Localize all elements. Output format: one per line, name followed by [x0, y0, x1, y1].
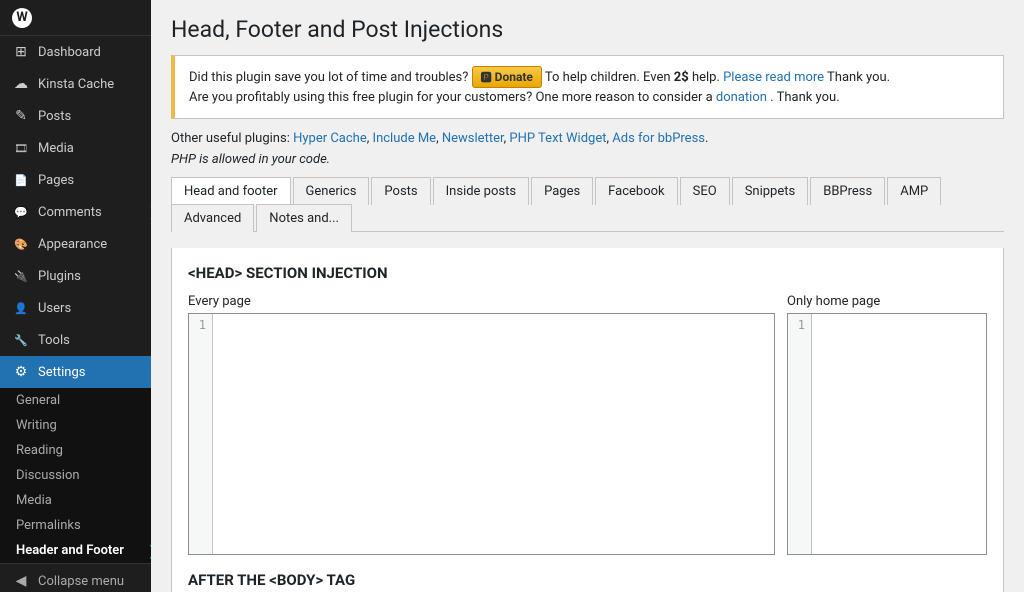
wp-logo-icon: W [12, 8, 32, 28]
php-note: PHP is allowed in your code. [171, 152, 1004, 167]
tab-content-area: <HEAD> SECTION INJECTION Every page 1 On… [171, 248, 1004, 592]
every-page-label: Every page [188, 294, 775, 309]
editors-row: Every page 1 Only home page 1 [188, 294, 987, 555]
pages-icon: 📄 [12, 171, 30, 189]
submenu-item-discussion[interactable]: Discussion [0, 463, 151, 488]
posts-icon: ✎ [12, 107, 30, 125]
tab-facebook[interactable]: Facebook [595, 177, 677, 205]
tab-amp[interactable]: AMP [887, 177, 941, 205]
sidebar-label-tools: Tools [38, 333, 70, 348]
sidebar: W ⊞ Dashboard ☁ Kinsta Cache ✎ Posts 🎞 M… [0, 0, 151, 592]
tab-seo[interactable]: SEO [680, 177, 730, 205]
tab-advanced[interactable]: Advanced [171, 204, 254, 232]
sidebar-item-posts[interactable]: ✎ Posts [0, 100, 151, 132]
useful-plugins-line: Other useful plugins: Hyper Cache, Inclu… [171, 131, 1004, 146]
collapse-icon: ◀ [12, 572, 30, 590]
sidebar-item-users[interactable]: 👤 Users [0, 292, 151, 324]
users-icon: 👤 [12, 299, 30, 317]
comments-icon: 💬 [12, 203, 30, 221]
every-page-editor: Every page 1 [188, 294, 775, 555]
every-page-line-numbers: 1 [189, 314, 213, 554]
sidebar-label-settings: Settings [38, 365, 85, 380]
only-home-label: Only home page [787, 294, 987, 309]
newsletter-link[interactable]: Newsletter [442, 131, 504, 146]
tab-head-and-footer[interactable]: Head and footer [171, 177, 291, 205]
notice-line2-pre: Are you profitably using this free plugi… [189, 90, 713, 105]
only-home-line-numbers: 1 [788, 314, 812, 554]
only-home-textarea[interactable] [812, 314, 986, 554]
sidebar-label-comments: Comments [38, 205, 102, 220]
sidebar-label-media: Media [38, 141, 74, 156]
notice-box: Did this plugin save you lot of time and… [171, 55, 1004, 119]
page-title: Head, Footer and Post Injections [171, 16, 1004, 43]
sidebar-item-appearance[interactable]: 🎨 Appearance [0, 228, 151, 260]
only-home-editor-wrap: 1 [787, 313, 987, 555]
hyper-cache-link[interactable]: Hyper Cache [293, 131, 367, 146]
include-me-link[interactable]: Include Me [373, 131, 437, 146]
tab-posts[interactable]: Posts [371, 177, 430, 205]
submenu-item-general[interactable]: General [0, 388, 151, 413]
tools-icon: 🔧 [12, 331, 30, 349]
media-icon: 🎞 [12, 139, 30, 157]
tab-inside-posts[interactable]: Inside posts [433, 177, 529, 205]
sidebar-item-settings[interactable]: ⚙ Settings [0, 356, 151, 388]
sidebar-item-plugins[interactable]: 🔌 Plugins [0, 260, 151, 292]
collapse-label: Collapse menu [38, 574, 124, 589]
sidebar-item-kinsta-cache[interactable]: ☁ Kinsta Cache [0, 68, 151, 100]
sidebar-item-media[interactable]: 🎞 Media [0, 132, 151, 164]
php-text-widget-link[interactable]: PHP Text Widget [509, 131, 606, 146]
sidebar-logo: W [0, 0, 151, 36]
notice-amount: 2$ [674, 70, 689, 85]
sidebar-label-posts: Posts [38, 109, 71, 124]
submenu-item-header-footer[interactable]: Header and Footer ➤ [0, 538, 151, 563]
submenu-item-media-sub[interactable]: Media [0, 488, 151, 513]
tab-bbpress[interactable]: BBPress [810, 177, 885, 205]
only-home-editor: Only home page 1 [787, 294, 987, 555]
donation-link[interactable]: donation [716, 90, 767, 105]
after-body-title: AFTER THE <BODY> TAG [188, 571, 987, 589]
every-page-textarea[interactable] [213, 314, 774, 554]
collapse-menu[interactable]: ◀ Collapse menu [0, 563, 151, 592]
sidebar-label-kinsta-cache: Kinsta Cache [38, 77, 114, 92]
sidebar-label-users: Users [38, 301, 71, 316]
every-page-editor-wrap: 1 [188, 313, 775, 555]
appearance-icon: 🎨 [12, 235, 30, 253]
ads-bbpress-link[interactable]: Ads for bbPress [612, 131, 705, 146]
tabs-container: Head and footer Generics Posts Inside po… [171, 177, 1004, 232]
sidebar-item-dashboard[interactable]: ⊞ Dashboard [0, 36, 151, 68]
kinsta-cache-icon: ☁ [12, 75, 30, 93]
sidebar-label-appearance: Appearance [38, 237, 107, 252]
notice-help: help. [692, 70, 723, 85]
notice-line2: Are you profitably using this free plugi… [189, 88, 989, 108]
sidebar-item-tools[interactable]: 🔧 Tools [0, 324, 151, 356]
notice-mid-text: To help children. Even [545, 70, 671, 85]
sidebar-label-pages: Pages [38, 173, 74, 188]
tab-pages[interactable]: Pages [531, 177, 593, 205]
sidebar-label-plugins: Plugins [38, 269, 81, 284]
plugins-icon: 🔌 [12, 267, 30, 285]
sidebar-item-comments[interactable]: 💬 Comments ➤ [0, 196, 151, 228]
notice-line2-end: Thank you. [777, 90, 840, 105]
tab-notes[interactable]: Notes and... [256, 204, 352, 232]
main-content: Head, Footer and Post Injections Did thi… [151, 0, 1024, 592]
submenu-item-writing[interactable]: Writing [0, 413, 151, 438]
tab-generics[interactable]: Generics [293, 177, 370, 205]
settings-submenu: General Writing Reading Discussion Media… [0, 388, 151, 563]
head-section-title: <HEAD> SECTION INJECTION [188, 264, 987, 282]
sidebar-item-pages[interactable]: 📄 Pages [0, 164, 151, 196]
please-read-more-link[interactable]: Please read more [723, 70, 824, 85]
tab-snippets[interactable]: Snippets [732, 177, 809, 205]
notice-line1: Did this plugin save you lot of time and… [189, 66, 989, 88]
notice-pre: Did this plugin save you lot of time and… [189, 70, 468, 85]
submenu-item-permalinks[interactable]: Permalinks [0, 513, 151, 538]
settings-icon: ⚙ [12, 363, 30, 381]
donate-button[interactable]: Donate [472, 66, 542, 88]
sidebar-label-dashboard: Dashboard [38, 45, 101, 60]
dashboard-icon: ⊞ [12, 43, 30, 61]
submenu-item-reading[interactable]: Reading [0, 438, 151, 463]
notice-thanks1: Thank you. [827, 70, 890, 85]
